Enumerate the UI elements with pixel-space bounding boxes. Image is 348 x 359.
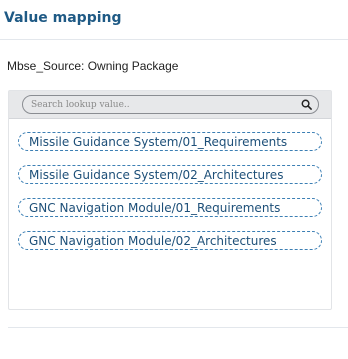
- search-field[interactable]: [22, 95, 319, 114]
- option-label: Missile Guidance System/01_Requirements: [29, 134, 288, 149]
- bottom-divider: [8, 327, 348, 328]
- search-icon[interactable]: [301, 99, 312, 110]
- option-label: GNC Navigation Module/01_Requirements: [29, 200, 281, 215]
- search-bar: [9, 91, 331, 119]
- option-label: GNC Navigation Module/02_Architectures: [29, 233, 277, 248]
- lookup-value-list: Missile Guidance System/01_Requirements …: [8, 90, 332, 310]
- option-chip[interactable]: GNC Navigation Module/02_Architectures: [18, 231, 322, 250]
- field-label: Mbse_Source: Owning Package: [7, 59, 179, 73]
- option-chip[interactable]: Missile Guidance System/01_Requirements: [18, 132, 322, 151]
- panel-header: Value mapping: [0, 0, 348, 40]
- option-list: Missile Guidance System/01_Requirements …: [18, 132, 322, 264]
- panel-title: Value mapping: [4, 10, 122, 26]
- option-chip[interactable]: Missile Guidance System/02_Architectures: [18, 165, 322, 184]
- option-chip[interactable]: GNC Navigation Module/01_Requirements: [18, 198, 322, 217]
- search-input[interactable]: [31, 98, 291, 112]
- option-label: Missile Guidance System/02_Architectures: [29, 167, 284, 182]
